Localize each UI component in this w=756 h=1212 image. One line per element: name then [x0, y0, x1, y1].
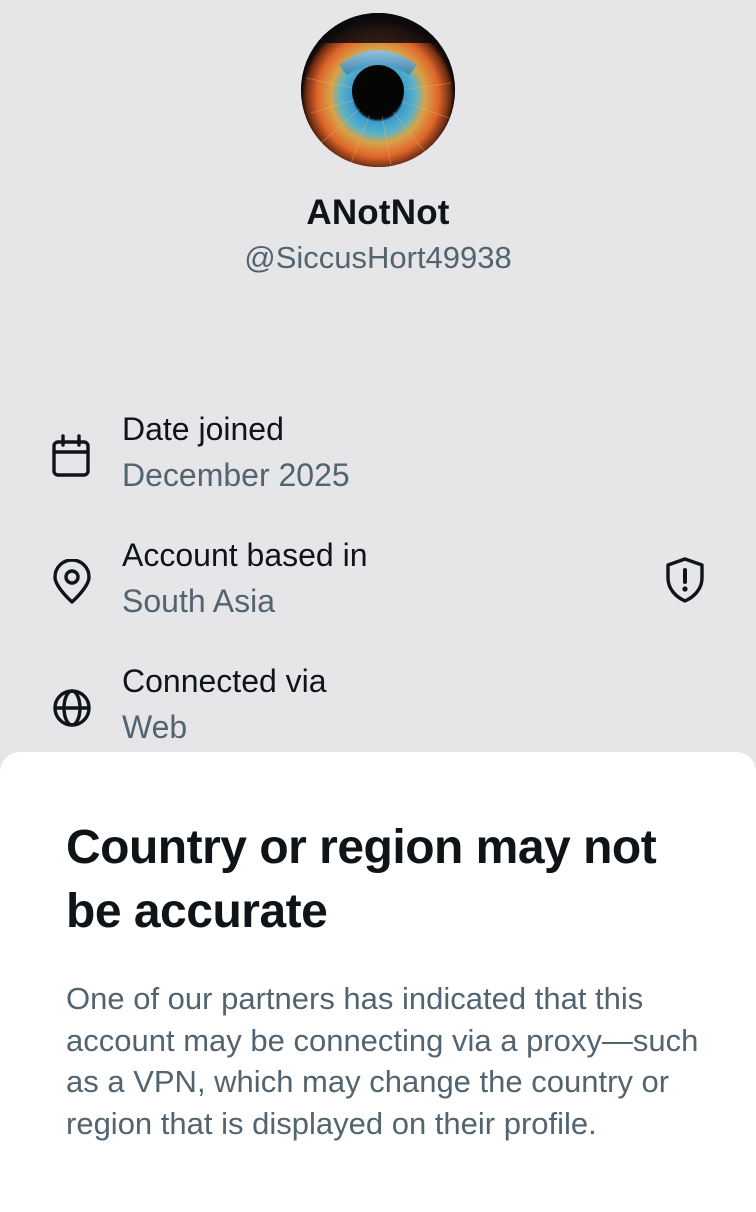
date-joined-label: Date joined — [122, 411, 284, 447]
date-joined-row: Date joined December 2025 — [0, 411, 756, 501]
shield-exclamation-icon[interactable] — [663, 556, 707, 604]
eye-avatar-image — [301, 13, 455, 167]
username-handle: @SiccusHort49938 — [244, 240, 512, 275]
about-account-page: ANotNot @SiccusHort49938 Date joined Dec… — [0, 0, 756, 1212]
globe-icon — [53, 689, 91, 727]
sheet-title: Country or region may not be accurate — [66, 821, 657, 938]
location-pin-icon — [53, 559, 91, 604]
account-based-label: Account based in — [122, 537, 368, 573]
info-bottom-sheet: Country or region may not be accurate On… — [0, 752, 756, 1212]
connected-via-value: Web — [122, 709, 188, 745]
account-based-row: Account based in South Asia — [0, 537, 756, 627]
avatar[interactable] — [301, 13, 455, 167]
display-name: ANotNot — [306, 193, 450, 232]
calendar-icon — [52, 434, 90, 477]
connected-via-row: Connected via Web — [0, 663, 756, 753]
account-based-value: South Asia — [122, 583, 275, 619]
sheet-body-text: One of our partners has indicated that t… — [66, 981, 699, 1141]
date-joined-value: December 2025 — [122, 457, 350, 493]
connected-via-label: Connected via — [122, 663, 327, 699]
